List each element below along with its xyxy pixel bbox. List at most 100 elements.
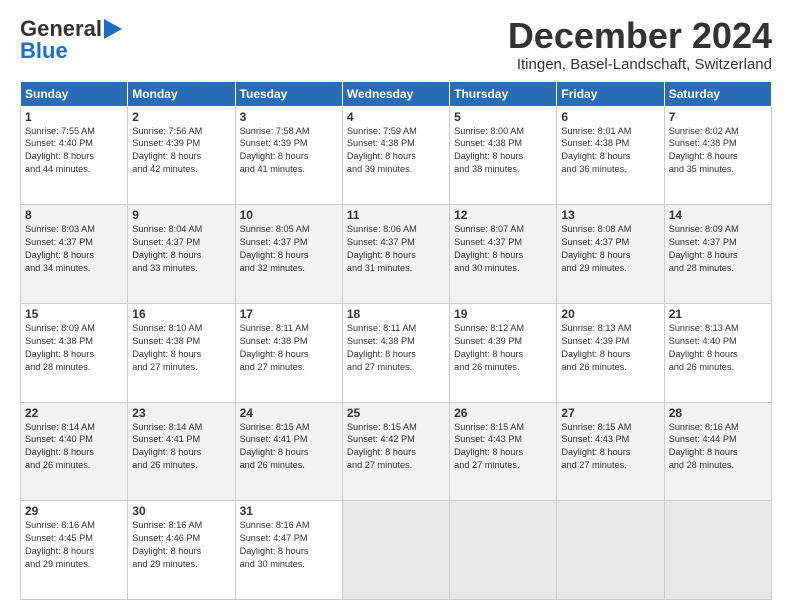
table-row: 5Sunrise: 8:00 AMSunset: 4:38 PMDaylight… xyxy=(450,106,557,205)
table-row: 13Sunrise: 8:08 AMSunset: 4:37 PMDayligh… xyxy=(557,205,664,304)
cell-details: Sunrise: 8:11 AMSunset: 4:38 PMDaylight:… xyxy=(240,322,338,374)
col-friday: Friday xyxy=(557,81,664,106)
cell-details: Sunrise: 7:59 AMSunset: 4:38 PMDaylight:… xyxy=(347,125,445,177)
col-sunday: Sunday xyxy=(21,81,128,106)
day-number: 8 xyxy=(25,208,123,222)
cell-details: Sunrise: 8:10 AMSunset: 4:38 PMDaylight:… xyxy=(132,322,230,374)
col-saturday: Saturday xyxy=(664,81,771,106)
calendar-row-2: 8Sunrise: 8:03 AMSunset: 4:37 PMDaylight… xyxy=(21,205,772,304)
day-number: 20 xyxy=(561,307,659,321)
day-number: 4 xyxy=(347,110,445,124)
table-row: 11Sunrise: 8:06 AMSunset: 4:37 PMDayligh… xyxy=(342,205,449,304)
calendar-row-4: 22Sunrise: 8:14 AMSunset: 4:40 PMDayligh… xyxy=(21,402,772,501)
day-number: 7 xyxy=(669,110,767,124)
cell-details: Sunrise: 8:15 AMSunset: 4:42 PMDaylight:… xyxy=(347,421,445,473)
day-number: 29 xyxy=(25,504,123,518)
cell-details: Sunrise: 8:09 AMSunset: 4:38 PMDaylight:… xyxy=(25,322,123,374)
table-row: 30Sunrise: 8:16 AMSunset: 4:46 PMDayligh… xyxy=(128,501,235,600)
cell-details: Sunrise: 8:14 AMSunset: 4:41 PMDaylight:… xyxy=(132,421,230,473)
table-row: 10Sunrise: 8:05 AMSunset: 4:37 PMDayligh… xyxy=(235,205,342,304)
table-row: 27Sunrise: 8:15 AMSunset: 4:43 PMDayligh… xyxy=(557,402,664,501)
day-number: 12 xyxy=(454,208,552,222)
table-row: 9Sunrise: 8:04 AMSunset: 4:37 PMDaylight… xyxy=(128,205,235,304)
cell-details: Sunrise: 8:00 AMSunset: 4:38 PMDaylight:… xyxy=(454,125,552,177)
day-number: 18 xyxy=(347,307,445,321)
table-row: 16Sunrise: 8:10 AMSunset: 4:38 PMDayligh… xyxy=(128,303,235,402)
cell-details: Sunrise: 8:06 AMSunset: 4:37 PMDaylight:… xyxy=(347,223,445,275)
day-number: 23 xyxy=(132,406,230,420)
table-row: 26Sunrise: 8:15 AMSunset: 4:43 PMDayligh… xyxy=(450,402,557,501)
logo-blue: Blue xyxy=(20,38,68,64)
table-row xyxy=(342,501,449,600)
table-row: 7Sunrise: 8:02 AMSunset: 4:38 PMDaylight… xyxy=(664,106,771,205)
table-row: 8Sunrise: 8:03 AMSunset: 4:37 PMDaylight… xyxy=(21,205,128,304)
table-row: 21Sunrise: 8:13 AMSunset: 4:40 PMDayligh… xyxy=(664,303,771,402)
day-number: 19 xyxy=(454,307,552,321)
table-row xyxy=(664,501,771,600)
day-number: 9 xyxy=(132,208,230,222)
logo: General Blue xyxy=(20,16,122,64)
day-number: 5 xyxy=(454,110,552,124)
day-number: 30 xyxy=(132,504,230,518)
day-number: 6 xyxy=(561,110,659,124)
table-row: 23Sunrise: 8:14 AMSunset: 4:41 PMDayligh… xyxy=(128,402,235,501)
cell-details: Sunrise: 8:09 AMSunset: 4:37 PMDaylight:… xyxy=(669,223,767,275)
table-row: 29Sunrise: 8:16 AMSunset: 4:45 PMDayligh… xyxy=(21,501,128,600)
table-row: 22Sunrise: 8:14 AMSunset: 4:40 PMDayligh… xyxy=(21,402,128,501)
day-number: 15 xyxy=(25,307,123,321)
day-number: 14 xyxy=(669,208,767,222)
col-monday: Monday xyxy=(128,81,235,106)
table-row: 14Sunrise: 8:09 AMSunset: 4:37 PMDayligh… xyxy=(664,205,771,304)
day-number: 1 xyxy=(25,110,123,124)
cell-details: Sunrise: 8:08 AMSunset: 4:37 PMDaylight:… xyxy=(561,223,659,275)
day-number: 26 xyxy=(454,406,552,420)
day-number: 3 xyxy=(240,110,338,124)
col-thursday: Thursday xyxy=(450,81,557,106)
table-row: 3Sunrise: 7:58 AMSunset: 4:39 PMDaylight… xyxy=(235,106,342,205)
cell-details: Sunrise: 8:12 AMSunset: 4:39 PMDaylight:… xyxy=(454,322,552,374)
cell-details: Sunrise: 8:14 AMSunset: 4:40 PMDaylight:… xyxy=(25,421,123,473)
cell-details: Sunrise: 8:07 AMSunset: 4:37 PMDaylight:… xyxy=(454,223,552,275)
table-row: 15Sunrise: 8:09 AMSunset: 4:38 PMDayligh… xyxy=(21,303,128,402)
calendar-header-row: Sunday Monday Tuesday Wednesday Thursday… xyxy=(21,81,772,106)
cell-details: Sunrise: 8:16 AMSunset: 4:46 PMDaylight:… xyxy=(132,519,230,571)
table-row: 17Sunrise: 8:11 AMSunset: 4:38 PMDayligh… xyxy=(235,303,342,402)
day-number: 10 xyxy=(240,208,338,222)
day-number: 13 xyxy=(561,208,659,222)
calendar-row-5: 29Sunrise: 8:16 AMSunset: 4:45 PMDayligh… xyxy=(21,501,772,600)
cell-details: Sunrise: 8:02 AMSunset: 4:38 PMDaylight:… xyxy=(669,125,767,177)
cell-details: Sunrise: 8:03 AMSunset: 4:37 PMDaylight:… xyxy=(25,223,123,275)
cell-details: Sunrise: 8:15 AMSunset: 4:43 PMDaylight:… xyxy=(454,421,552,473)
cell-details: Sunrise: 8:15 AMSunset: 4:43 PMDaylight:… xyxy=(561,421,659,473)
month-title: December 2024 xyxy=(508,16,772,56)
cell-details: Sunrise: 8:01 AMSunset: 4:38 PMDaylight:… xyxy=(561,125,659,177)
cell-details: Sunrise: 8:13 AMSunset: 4:39 PMDaylight:… xyxy=(561,322,659,374)
calendar-row-1: 1Sunrise: 7:55 AMSunset: 4:40 PMDaylight… xyxy=(21,106,772,205)
day-number: 28 xyxy=(669,406,767,420)
table-row: 18Sunrise: 8:11 AMSunset: 4:38 PMDayligh… xyxy=(342,303,449,402)
day-number: 16 xyxy=(132,307,230,321)
title-block: December 2024 Itingen, Basel-Landschaft,… xyxy=(508,16,772,73)
table-row xyxy=(450,501,557,600)
cell-details: Sunrise: 8:15 AMSunset: 4:41 PMDaylight:… xyxy=(240,421,338,473)
day-number: 2 xyxy=(132,110,230,124)
day-number: 21 xyxy=(669,307,767,321)
day-number: 22 xyxy=(25,406,123,420)
table-row: 6Sunrise: 8:01 AMSunset: 4:38 PMDaylight… xyxy=(557,106,664,205)
table-row: 20Sunrise: 8:13 AMSunset: 4:39 PMDayligh… xyxy=(557,303,664,402)
table-row: 2Sunrise: 7:56 AMSunset: 4:39 PMDaylight… xyxy=(128,106,235,205)
table-row: 12Sunrise: 8:07 AMSunset: 4:37 PMDayligh… xyxy=(450,205,557,304)
col-wednesday: Wednesday xyxy=(342,81,449,106)
cell-details: Sunrise: 8:16 AMSunset: 4:44 PMDaylight:… xyxy=(669,421,767,473)
day-number: 24 xyxy=(240,406,338,420)
cell-details: Sunrise: 8:13 AMSunset: 4:40 PMDaylight:… xyxy=(669,322,767,374)
cell-details: Sunrise: 8:16 AMSunset: 4:47 PMDaylight:… xyxy=(240,519,338,571)
day-number: 27 xyxy=(561,406,659,420)
cell-details: Sunrise: 7:56 AMSunset: 4:39 PMDaylight:… xyxy=(132,125,230,177)
table-row: 1Sunrise: 7:55 AMSunset: 4:40 PMDaylight… xyxy=(21,106,128,205)
table-row: 31Sunrise: 8:16 AMSunset: 4:47 PMDayligh… xyxy=(235,501,342,600)
day-number: 17 xyxy=(240,307,338,321)
day-number: 31 xyxy=(240,504,338,518)
cell-details: Sunrise: 8:11 AMSunset: 4:38 PMDaylight:… xyxy=(347,322,445,374)
cell-details: Sunrise: 7:55 AMSunset: 4:40 PMDaylight:… xyxy=(25,125,123,177)
